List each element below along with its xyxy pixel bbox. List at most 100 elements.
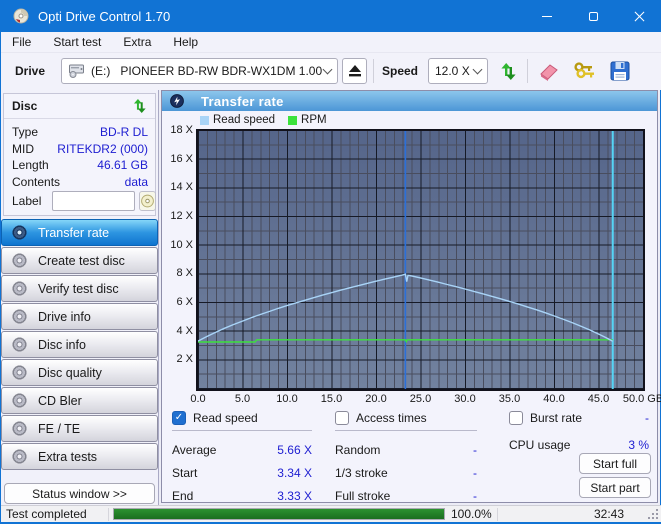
x-tick-label: 35.0: [499, 393, 520, 405]
disc-field-value: RITEKDR2 (000): [57, 142, 148, 156]
burst-rate-label: Burst rate: [530, 411, 582, 425]
disc-field-length: Length 46.61 GB: [12, 157, 148, 174]
y-tick-label: 6 X: [162, 296, 193, 308]
burst-rate-column: Burst rate - CPU usage 3 %: [509, 409, 649, 456]
erase-disc-button[interactable]: [532, 57, 564, 85]
progress-bar: [113, 508, 445, 520]
stat-label: Start: [172, 466, 197, 480]
disc-field-label: MID: [12, 142, 34, 156]
panel-header: Transfer rate: [162, 91, 657, 111]
keys-icon: [573, 61, 595, 81]
write-label-button[interactable]: [139, 191, 156, 211]
disc-field-label: Length: [12, 158, 49, 172]
transfer-rate-plot: [196, 129, 645, 391]
eraser-icon: [537, 61, 559, 81]
start-part-button[interactable]: Start part: [579, 477, 651, 498]
status-message: Test completed: [6, 507, 108, 521]
stat-value: -: [473, 443, 477, 457]
disc-field-label: Type: [12, 125, 38, 139]
sidebar-item-disc-info[interactable]: Disc info: [1, 331, 158, 358]
resize-grip-icon[interactable]: [648, 509, 659, 520]
status-window-button[interactable]: Status window >>: [4, 483, 155, 504]
sidebar-item-fe-te[interactable]: FE / TE: [1, 415, 158, 442]
burst-rate-checkbox[interactable]: [509, 411, 523, 425]
start-full-button[interactable]: Start full: [579, 453, 651, 474]
sync-arrows-icon: [498, 63, 517, 80]
disc-field-value: data: [125, 175, 148, 189]
maximize-button[interactable]: [570, 0, 616, 32]
legend-item-rpm: RPM: [288, 114, 327, 126]
cd-icon: [140, 194, 155, 208]
close-button[interactable]: [616, 0, 661, 32]
drive-select[interactable]: (E:) PIONEER BD-RW BDR-WX1DM 1.00: [61, 58, 338, 84]
unlock-button[interactable]: [568, 57, 600, 85]
save-button[interactable]: [604, 57, 636, 85]
disc-label-input[interactable]: [52, 191, 135, 211]
sidebar-item-transfer-rate[interactable]: Transfer rate: [1, 219, 158, 246]
menu-item-start-test[interactable]: Start test: [42, 32, 112, 52]
legend-swatch: [200, 116, 209, 125]
panel-title: Transfer rate: [201, 94, 284, 109]
stat-row-full-stroke: Full stroke-: [335, 484, 477, 507]
elapsed-time: 32:43: [504, 507, 624, 521]
speed-select[interactable]: 12.0 X: [428, 58, 488, 84]
legend-label: RPM: [301, 114, 327, 126]
sidebar-item-label: Disc quality: [38, 366, 102, 380]
divider: [497, 508, 498, 521]
sidebar-item-drive-info[interactable]: Drive info: [1, 303, 158, 330]
sidebar-item-disc-quality[interactable]: Disc quality: [1, 359, 158, 386]
sidebar-item-label: CD Bler: [38, 394, 82, 408]
divider: [108, 508, 109, 521]
disc-refresh-button[interactable]: [127, 96, 151, 115]
sidebar-item-label: Drive info: [38, 310, 91, 324]
y-tick-label: 18 X: [162, 124, 193, 136]
sidebar-item-cd-bler[interactable]: CD Bler: [1, 387, 158, 414]
menu-item-extra[interactable]: Extra: [112, 32, 162, 52]
stat-label: Random: [335, 443, 380, 457]
disc-field-mid: MID RITEKDR2 (000): [12, 141, 148, 158]
read-speed-label: Read speed: [193, 411, 258, 425]
cd-icon: [12, 421, 27, 436]
refresh-speeds-button[interactable]: [491, 57, 523, 85]
disc-field-type: TypeBD-R DL: [12, 124, 148, 141]
toolbar-separator: [373, 59, 374, 83]
eject-button[interactable]: [342, 58, 367, 84]
x-tick-label: 20.0: [365, 393, 386, 405]
menu-item-help[interactable]: Help: [162, 32, 209, 52]
disc-field-value: 46.61 GB: [97, 158, 148, 172]
start-part-label: Start part: [590, 481, 639, 495]
sidebar-item-label: Create test disc: [38, 254, 125, 268]
sidebar-item-label: Verify test disc: [38, 282, 119, 296]
stat-value: 3.34 X: [277, 466, 312, 480]
stat-label: Full stroke: [335, 489, 390, 503]
stat-value: 3.33 X: [277, 489, 312, 503]
y-tick-label: 14 X: [162, 181, 193, 193]
x-tick-label: 0.0: [190, 393, 205, 405]
read-speed-column: ✓ Read speed Average5.66 XStart3.34 XEnd…: [172, 409, 312, 507]
app-cd-icon: [13, 8, 29, 24]
cd-icon: [12, 281, 27, 296]
speed-label: Speed: [382, 64, 418, 78]
y-tick-label: 10 X: [162, 239, 193, 251]
sidebar-item-create-test-disc[interactable]: Create test disc: [1, 247, 158, 274]
minimize-button[interactable]: [524, 0, 570, 32]
chart-area: Read speedRPM 2 X4 X6 X8 X10 X12 X14 X16…: [162, 111, 657, 401]
sidebar-item-verify-test-disc[interactable]: Verify test disc: [1, 275, 158, 302]
eject-icon: [348, 65, 362, 77]
sidebar-item-extra-tests[interactable]: Extra tests: [1, 443, 158, 470]
legend-item-read-speed: Read speed: [200, 114, 275, 126]
left-panel: Disc TypeBD-R DLMID RITEKDR2 (000) Length 4…: [1, 90, 159, 505]
cd-icon: [12, 337, 27, 352]
drive-value: (E:) PIONEER BD-RW BDR-WX1DM 1.00: [91, 64, 322, 78]
results-zone: ✓ Read speed Average5.66 XStart3.34 XEnd…: [162, 409, 657, 504]
disc-panel-title: Disc: [12, 99, 37, 113]
cd-icon: [12, 253, 27, 268]
cpu-usage-label: CPU usage: [509, 438, 570, 452]
floppy-save-icon: [610, 61, 630, 81]
read-speed-checkbox[interactable]: ✓: [172, 411, 186, 425]
menu-item-file[interactable]: File: [1, 32, 42, 52]
x-tick-label: 5.0: [235, 393, 250, 405]
y-tick-label: 12 X: [162, 210, 193, 222]
access-times-checkbox[interactable]: [335, 411, 349, 425]
stat-row-1-3-stroke: 1/3 stroke-: [335, 461, 477, 484]
